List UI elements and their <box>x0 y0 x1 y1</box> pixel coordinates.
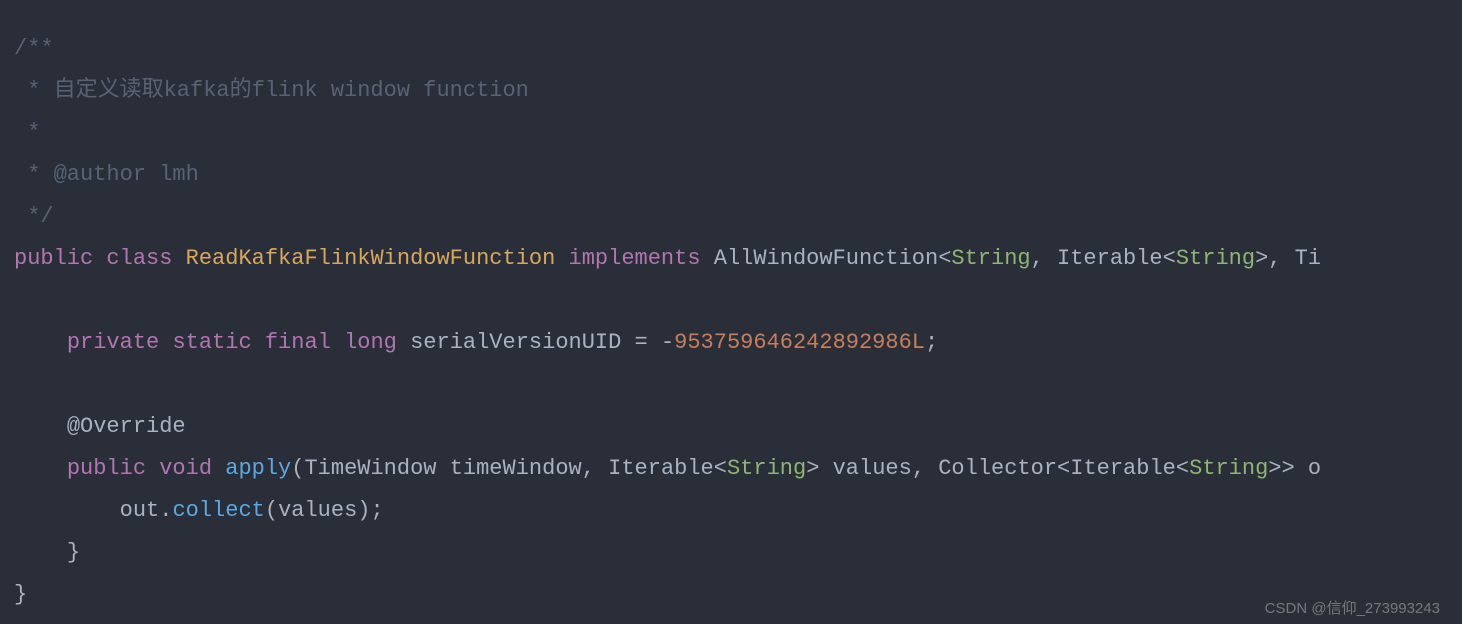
indent <box>14 498 120 523</box>
type-iterable: Iterable <box>1070 456 1176 481</box>
keyword-long: long <box>344 330 397 355</box>
param-timewindow: timeWindow <box>437 456 582 481</box>
punct: ( <box>265 498 278 523</box>
type-iterable: Iterable <box>1057 246 1163 271</box>
comment-line: */ <box>14 204 54 229</box>
number-literal: 953759646242892986L <box>674 330 925 355</box>
punct: , <box>1031 246 1057 271</box>
field-name: serialVersionUID <box>410 330 621 355</box>
comment-line: * @author lmh <box>14 162 199 187</box>
punct: . <box>159 498 172 523</box>
punct: < <box>1176 456 1189 481</box>
punct: , <box>1268 246 1294 271</box>
punct: - <box>661 330 674 355</box>
punct: < <box>714 456 727 481</box>
punct: } <box>14 582 27 607</box>
keyword-public: public <box>14 246 93 271</box>
type-string: String <box>1176 246 1255 271</box>
type-timewindow-partial: Ti <box>1295 246 1321 271</box>
type-collector: Collector <box>938 456 1057 481</box>
comment-line: * <box>14 120 40 145</box>
param-out-partial: o <box>1295 456 1321 481</box>
indent <box>14 456 67 481</box>
punct: ) <box>357 498 370 523</box>
punct: > <box>806 456 819 481</box>
keyword-void: void <box>159 456 212 481</box>
comment-line: * 自定义读取kafka的flink window function <box>14 78 529 103</box>
punct: ( <box>291 456 304 481</box>
punct: < <box>1057 456 1070 481</box>
keyword-static: static <box>172 330 251 355</box>
type-string: String <box>727 456 806 481</box>
watermark-text: CSDN @信仰_273993243 <box>1265 597 1440 618</box>
annotation-override: @Override <box>67 414 186 439</box>
method-apply: apply <box>225 456 291 481</box>
interface-name: AllWindowFunction <box>714 246 938 271</box>
keyword-private: private <box>67 330 159 355</box>
indent <box>14 414 67 439</box>
method-collect: collect <box>172 498 264 523</box>
punct: ; <box>925 330 938 355</box>
punct: < <box>938 246 951 271</box>
type-iterable: Iterable <box>608 456 714 481</box>
comment-line: /** <box>14 36 54 61</box>
var-out: out <box>120 498 160 523</box>
punct: = <box>621 330 661 355</box>
punct: >> <box>1268 456 1294 481</box>
keyword-final: final <box>265 330 331 355</box>
indent <box>14 540 67 565</box>
punct: > <box>1255 246 1268 271</box>
type-string: String <box>951 246 1030 271</box>
type-string: String <box>1189 456 1268 481</box>
type-timewindow: TimeWindow <box>304 456 436 481</box>
punct: ; <box>370 498 383 523</box>
keyword-public: public <box>67 456 146 481</box>
arg-values: values <box>278 498 357 523</box>
keyword-implements: implements <box>569 246 701 271</box>
punct: < <box>1163 246 1176 271</box>
code-block: /** * 自定义读取kafka的flink window function *… <box>0 0 1462 624</box>
indent <box>14 330 67 355</box>
keyword-class: class <box>106 246 172 271</box>
param-values: values <box>819 456 911 481</box>
class-name: ReadKafkaFlinkWindowFunction <box>186 246 556 271</box>
punct: , <box>912 456 938 481</box>
punct: } <box>67 540 80 565</box>
punct: , <box>582 456 608 481</box>
